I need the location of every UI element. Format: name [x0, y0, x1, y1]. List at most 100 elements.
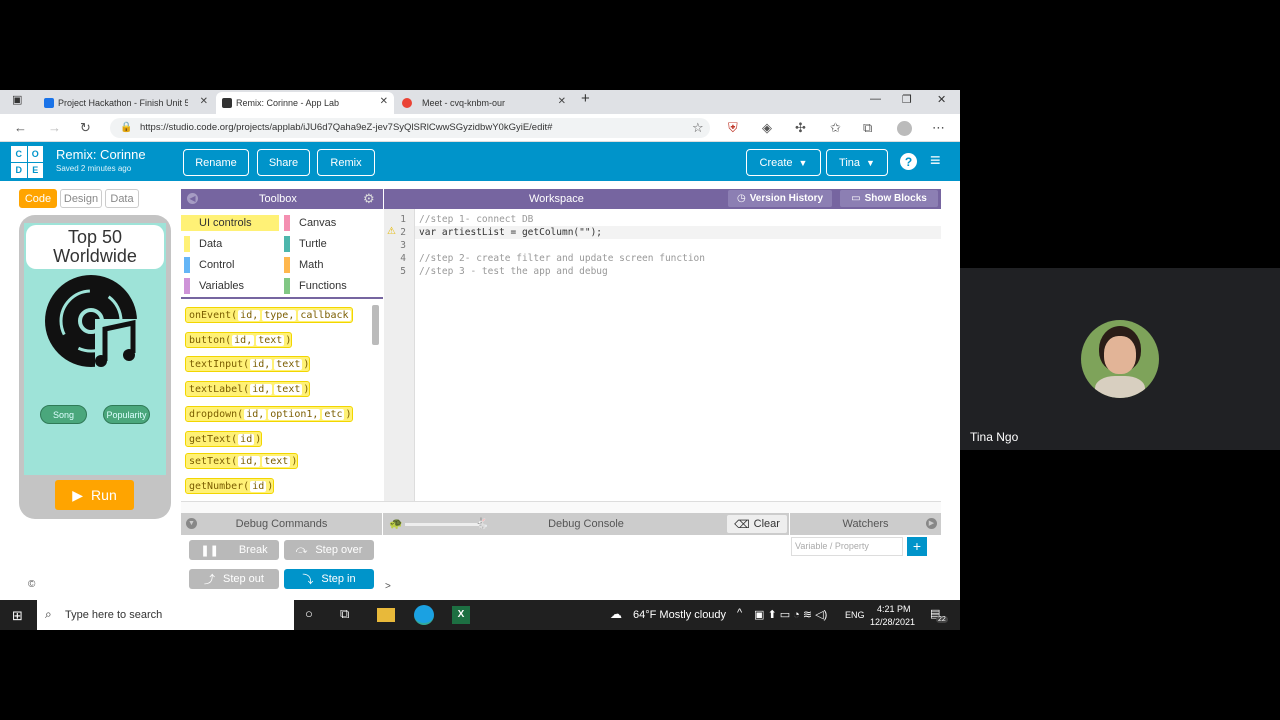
speed-slider[interactable]: [405, 523, 479, 526]
palette-scrollbar[interactable]: [372, 305, 379, 345]
tab-meet[interactable]: Meet - cvq-knbm-our ✕: [396, 92, 572, 114]
collapse-icon[interactable]: ◀: [187, 193, 198, 204]
close-icon[interactable]: ✕: [380, 96, 388, 107]
collapse-icon[interactable]: ▼: [186, 518, 197, 529]
share-button[interactable]: Share: [257, 149, 310, 176]
excel-icon[interactable]: X: [452, 606, 470, 624]
clock-time[interactable]: 4:21 PM: [877, 604, 911, 614]
taskbar-search[interactable]: ⌕ Type here to search: [37, 600, 294, 630]
gear-icon[interactable]: ⚙: [363, 191, 375, 207]
more-icon[interactable]: ⋯: [932, 120, 945, 136]
collapse-icon[interactable]: ▶: [926, 518, 937, 529]
task-view-icon[interactable]: ⧉: [340, 606, 349, 622]
title-label[interactable]: Top 50 Worldwide: [26, 225, 164, 269]
tab-design[interactable]: Design: [60, 189, 102, 208]
category-control[interactable]: Control: [181, 257, 279, 273]
clear-button[interactable]: ⌫ Clear: [727, 515, 787, 533]
rabbit-fast-icon: 🐇: [475, 518, 489, 530]
maximize-icon[interactable]: ❐: [902, 93, 912, 106]
tab-data[interactable]: Data: [105, 189, 139, 208]
screen-share: ▣ Project Hackathon - Finish Unit 5 ✕ Re…: [0, 90, 960, 630]
step-out-button[interactable]: ⤴ Step out: [189, 569, 279, 589]
code-line-1[interactable]: //step 1- connect DB: [419, 214, 533, 225]
tab-actions-icon[interactable]: ▣: [12, 93, 22, 106]
step-over-button[interactable]: ⤼ Step over: [284, 540, 374, 560]
debug-area: ▼ Debug Commands 🐢 🐇 Debug Console ⌫ Cle…: [181, 513, 941, 593]
edge-icon[interactable]: [414, 605, 434, 625]
favorites-icon[interactable]: ✩: [830, 120, 841, 136]
resize-handle[interactable]: [181, 501, 941, 513]
category-math[interactable]: Math: [281, 257, 381, 273]
collections-icon[interactable]: ⧉: [863, 120, 872, 136]
hamburger-menu-icon[interactable]: ≡: [930, 151, 941, 169]
profile-avatar[interactable]: [897, 121, 912, 136]
code-org-icon: [222, 98, 232, 108]
block-settext[interactable]: setText(id, text): [185, 453, 299, 469]
puzzle-icon[interactable]: ✣: [795, 120, 806, 136]
file-explorer-icon[interactable]: [377, 608, 395, 622]
category-data[interactable]: Data: [181, 236, 279, 252]
step-in-button[interactable]: ⤵ Step in: [284, 569, 374, 589]
code-line-4[interactable]: //step 2- create filter and update scree…: [419, 253, 705, 264]
song-button[interactable]: Song: [40, 405, 87, 424]
watch-input[interactable]: Variable / Property: [791, 537, 903, 556]
toolbox-header: ◀ Toolbox ⚙: [181, 189, 383, 209]
block-gettext[interactable]: getText(id): [185, 431, 263, 447]
participant-tile[interactable]: Tina Ngo: [960, 268, 1280, 450]
run-button[interactable]: ▶ Run: [55, 480, 134, 510]
remix-button[interactable]: Remix: [317, 149, 375, 176]
help-icon[interactable]: ?: [900, 153, 917, 170]
category-ui-controls[interactable]: UI controls: [181, 215, 279, 231]
play-icon: ▶: [72, 486, 84, 503]
block-dropdown[interactable]: dropdown(id, option1, etc): [185, 406, 353, 422]
user-menu-button[interactable]: Tina ▼: [826, 149, 888, 176]
clock-date[interactable]: 12/28/2021: [870, 617, 915, 627]
extension-icon[interactable]: ◈: [762, 120, 772, 136]
window-close-icon[interactable]: ✕: [937, 93, 946, 106]
create-menu-button[interactable]: Create ▼: [746, 149, 821, 176]
add-watch-button[interactable]: +: [907, 537, 927, 556]
participant-name: Tina Ngo: [970, 430, 1019, 444]
tray-apps-icon[interactable]: ▣ ⬆ ▭ ◔ ≋ ◁): [754, 608, 827, 621]
category-turtle[interactable]: Turtle: [281, 236, 381, 252]
category-canvas[interactable]: Canvas: [281, 215, 381, 231]
forward-icon[interactable]: →: [48, 120, 61, 135]
code-editor[interactable]: 1 ⚠ 2 3 4 5 //step 1- connect DB var art…: [384, 209, 941, 501]
back-icon[interactable]: ←: [14, 120, 27, 135]
block-button[interactable]: button(id, text): [185, 332, 293, 348]
popularity-button[interactable]: Popularity: [103, 405, 150, 424]
language-indicator[interactable]: ENG: [845, 610, 865, 620]
console-prompt[interactable]: >: [385, 581, 391, 592]
shield-icon[interactable]: ⛨: [728, 120, 738, 136]
block-textinput[interactable]: textInput(id, text): [185, 356, 311, 372]
break-button[interactable]: ❚❚ Break: [189, 540, 279, 560]
tab-app-lab[interactable]: Remix: Corinne - App Lab ✕: [216, 92, 394, 114]
category-variables[interactable]: Variables: [181, 278, 279, 294]
tab-project-hackathon[interactable]: Project Hackathon - Finish Unit 5 ✕: [38, 92, 214, 114]
weather-text[interactable]: 64°F Mostly cloudy: [633, 609, 726, 621]
cortana-icon[interactable]: ○: [305, 606, 313, 621]
version-history-button[interactable]: ◷ Version History: [728, 190, 832, 207]
url-field[interactable]: 🔒 https://studio.code.org/projects/appla…: [110, 118, 710, 138]
favorite-add-icon[interactable]: ☆: [692, 120, 704, 136]
block-textlabel[interactable]: textLabel(id, text): [185, 381, 311, 397]
tab-code[interactable]: Code: [19, 189, 57, 208]
reload-icon[interactable]: ↻: [80, 120, 91, 136]
block-getnumber[interactable]: getNumber(id): [185, 478, 275, 494]
recording-icon: [402, 98, 412, 108]
code-line-5[interactable]: //step 3 - test the app and debug: [419, 266, 608, 277]
new-tab-icon[interactable]: +: [581, 90, 590, 107]
category-functions[interactable]: Functions: [281, 278, 381, 294]
code-org-logo[interactable]: C O D E: [11, 146, 43, 178]
code-line-2[interactable]: var artiestList = getColumn("");: [419, 227, 602, 238]
tray-chevron-icon[interactable]: ^: [737, 607, 742, 619]
close-icon[interactable]: ✕: [558, 96, 566, 107]
close-icon[interactable]: ✕: [200, 96, 208, 107]
windows-taskbar: ⊞ ⌕ Type here to search ○ ⧉ X ☁ 64°F Mos…: [0, 600, 960, 630]
warning-icon[interactable]: ⚠: [387, 226, 396, 237]
windows-start-icon[interactable]: ⊞: [12, 608, 23, 624]
block-onevent[interactable]: onEvent(id, type, callback: [185, 307, 353, 323]
minimize-icon[interactable]: —: [870, 93, 881, 105]
show-blocks-button[interactable]: ▭ Show Blocks: [840, 190, 938, 207]
rename-button[interactable]: Rename: [183, 149, 249, 176]
